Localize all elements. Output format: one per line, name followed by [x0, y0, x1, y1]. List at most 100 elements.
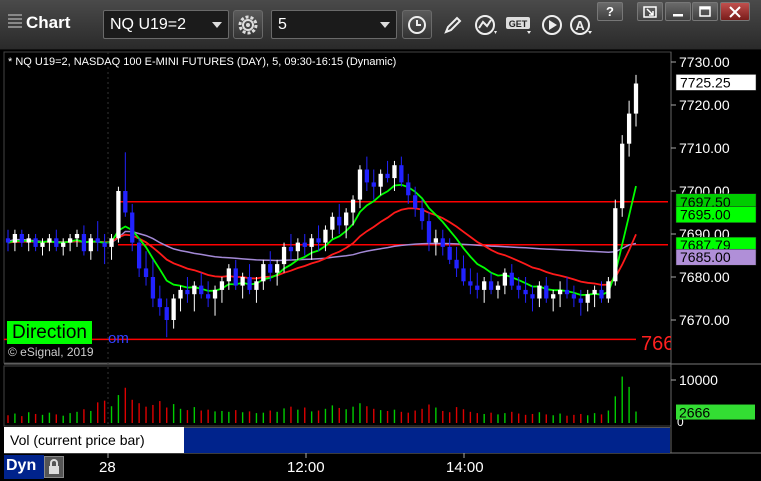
volume-badge-label: 2666 — [679, 405, 710, 421]
candle-body — [67, 238, 73, 243]
candle-body — [136, 242, 142, 269]
candle-body — [33, 238, 38, 247]
candle-body — [633, 83, 639, 114]
price-tick-label: 7730.00 — [679, 54, 730, 70]
candle-body — [233, 268, 238, 286]
candle-body — [130, 212, 135, 243]
candle-body — [116, 191, 121, 239]
candle-body — [226, 268, 231, 282]
candle-body — [212, 289, 218, 299]
candle-body — [544, 285, 549, 299]
candle-body — [19, 234, 24, 243]
candle-body — [502, 272, 508, 286]
candle-body — [5, 238, 11, 243]
price-tick-label: 7670.00 — [679, 312, 730, 328]
chart-title: * NQ U19=2, NASDAQ 100 E-MINI FUTURES (D… — [8, 56, 397, 68]
price-badge-label: 7695.00 — [680, 207, 731, 223]
candle-body — [592, 289, 597, 295]
volume-label: Vol (current price bar) — [4, 427, 184, 453]
candle-body — [219, 281, 225, 290]
price-pane[interactable] — [3, 51, 672, 364]
price-badge-label: 7685.00 — [680, 249, 731, 265]
price-tick-label: 7710.00 — [679, 140, 730, 156]
price-chart[interactable]: 7730.007720.007710.007700.007690.007680.… — [0, 0, 761, 481]
lock-button[interactable] — [44, 456, 64, 478]
candle-body — [178, 289, 183, 299]
right-edge-value: 766 — [641, 333, 671, 355]
volume-close-button[interactable]: x — [171, 426, 178, 441]
candle-body — [433, 238, 439, 243]
candle-body — [74, 234, 80, 239]
candle-body — [240, 277, 245, 286]
candle-body — [406, 182, 411, 196]
candle-body — [447, 246, 452, 260]
candle-body — [426, 221, 432, 243]
candle-body — [399, 165, 404, 183]
overlay-text: om — [108, 330, 129, 347]
candle-body — [440, 238, 445, 247]
candle-body — [378, 173, 383, 187]
candle-body — [123, 191, 128, 213]
candle-body — [523, 289, 528, 295]
candle-body — [606, 281, 611, 299]
candle-body — [495, 285, 501, 290]
candle-body — [337, 216, 342, 226]
candle-body — [482, 281, 487, 290]
candle-body — [247, 277, 252, 290]
candle-body — [344, 212, 349, 226]
candle-body — [557, 289, 563, 295]
price-tick-label: 7680.00 — [679, 269, 730, 285]
candle-body — [371, 182, 376, 187]
candle-body — [488, 281, 494, 290]
candle-body — [12, 234, 18, 243]
price-tick-label: 7720.00 — [679, 97, 730, 113]
candle-body — [268, 264, 273, 273]
candle-body — [81, 234, 87, 252]
candle-body — [171, 298, 176, 320]
candle-body — [295, 242, 300, 252]
candle-body — [302, 242, 307, 247]
candle-body — [392, 165, 397, 179]
candle-body — [454, 259, 459, 269]
copyright: © eSignal, 2019 — [8, 345, 94, 359]
candle-body — [61, 242, 66, 247]
candle-body — [599, 289, 604, 299]
candle-body — [281, 246, 287, 265]
direction-label: Direction — [7, 321, 92, 344]
candle-body — [613, 208, 618, 282]
candle-body — [551, 294, 556, 299]
candle-body — [585, 294, 590, 303]
price-axis[interactable]: 7730.007720.007710.007700.007690.007680.… — [671, 54, 730, 328]
candle-body — [275, 264, 280, 273]
candle-body — [261, 264, 266, 282]
candle-body — [254, 281, 259, 290]
candle-body — [620, 143, 625, 209]
candle-body — [150, 277, 156, 299]
candle-body — [419, 208, 425, 222]
candle-body — [626, 113, 632, 144]
candle-body — [47, 238, 52, 243]
time-label-1400: 14:00 — [446, 459, 484, 476]
lock-icon — [49, 459, 59, 474]
candle-body — [185, 289, 190, 295]
candle-body — [537, 285, 542, 299]
candle-body — [95, 238, 100, 243]
candle-body — [330, 216, 335, 230]
candle-body — [413, 195, 418, 209]
candle-body — [385, 173, 390, 179]
candle-body — [578, 298, 583, 303]
candle-body — [288, 246, 294, 252]
candle-body — [509, 272, 514, 286]
candle-body — [205, 294, 211, 299]
price-badge-label: 7725.25 — [680, 74, 731, 90]
candle-body — [26, 238, 31, 243]
candle-body — [164, 307, 169, 320]
candle-body — [564, 289, 570, 295]
candle-body — [350, 199, 356, 213]
dynamic-button[interactable]: Dyn — [4, 455, 44, 479]
volume-axis[interactable]: 1000002666 — [671, 372, 755, 429]
candle-body — [143, 268, 149, 277]
candle-body — [475, 285, 480, 290]
candle-body — [468, 281, 473, 286]
candle-body — [530, 294, 535, 299]
